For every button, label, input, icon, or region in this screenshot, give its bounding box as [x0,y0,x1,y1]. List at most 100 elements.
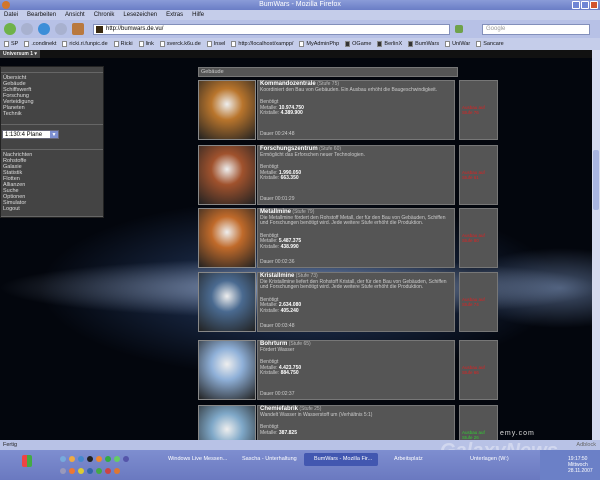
go-button[interactable] [455,25,463,33]
building-image[interactable] [198,80,256,140]
bookmark-item[interactable]: BerlinX [377,41,402,47]
bookmark-icon [231,41,237,47]
back-button[interactable] [4,23,16,35]
url-bar[interactable]: http://bumwars.de.vu/ [93,23,450,35]
building-image[interactable] [198,145,256,205]
menu-datei[interactable]: Datei [4,10,18,20]
bookmark-item[interactable]: link [138,41,154,47]
bookmark-icon [62,41,68,47]
building-image[interactable] [198,208,256,268]
site-text: emy.com [500,430,535,437]
bookmark-item[interactable]: OGame [345,41,371,47]
scrollbar[interactable] [592,50,600,440]
menu-chronik[interactable]: Chronik [94,10,115,20]
url-text: http://bumwars.de.vu/ [106,26,164,32]
bookmark-item[interactable]: SP [4,41,18,47]
close-button[interactable] [590,1,598,9]
bookmark-icon [476,41,482,47]
quick-launch-2 [60,468,120,474]
crystal-cost: 884.750 [280,370,299,376]
navigation-toolbar: http://bumwars.de.vu/ Google [0,20,600,38]
metal-cost: 387.825 [278,429,297,436]
clock-date: 28.11.2007 [568,468,593,474]
menu-bar: Datei Bearbeiten Ansicht Chronik Lesezei… [0,10,600,20]
menu-lesezeichen[interactable]: Lesezeichen [123,10,157,20]
bookmark-icon [377,41,383,47]
bookmark-label: http://localhost/xampp/ [238,41,294,47]
building-info: Metallmine (Stufe 79) Die Metallmine för… [257,208,455,268]
taskbar-firefox[interactable]: BumWars - Mozilla Fir... [304,453,378,466]
menu-hilfe[interactable]: Hilfe [192,10,204,20]
forward-button[interactable] [21,23,33,35]
status-text: Fertig [3,442,18,448]
building-info: Kommandozentrale (Stufe 75) Koordiniert … [257,80,455,140]
bookmark-label: SP [11,41,19,47]
building-row: Kristallmine (Stufe 73) Die Kristallmine… [198,272,498,334]
menu-bearbeiten[interactable]: Bearbeiten [27,10,56,20]
bookmark-item[interactable]: http://localhost/xampp/ [231,41,293,47]
crystal-cost: 4.389.900 [280,110,303,116]
building-info: Bohrturm (Stufe 65) Fördert Wasser Benöt… [257,340,455,400]
maximize-button[interactable] [581,1,589,9]
quick-launch [60,456,129,462]
bookmark-label: sverck.k6u.de [166,41,201,47]
bookmark-icon [345,41,351,47]
reload-button[interactable] [38,23,50,35]
menu-ansicht[interactable]: Ansicht [65,10,85,20]
bookmark-label: BerlinX [384,41,403,47]
minimize-button[interactable] [572,1,580,9]
bookmark-icon [24,41,30,47]
upgrade-link[interactable]: Ausbau auf Stufe 26 [459,405,498,440]
bookmark-item[interactable]: .condinekt [24,41,56,47]
bookmark-item[interactable]: ricki.ri.funpic.de [62,41,108,47]
firefox-icon [2,1,10,9]
building-description: Fördert Wasser [260,346,295,353]
sidebar-link[interactable]: Logout [3,206,101,212]
bookmark-item[interactable]: Sancare [476,41,504,47]
sidebar-link[interactable]: Technik [3,111,101,117]
bookmark-label: OGame [352,41,372,47]
bookmark-item[interactable]: MyAdminPhp [299,41,339,47]
bookmark-label: UniWar [452,41,471,47]
upgrade-link[interactable]: Ausbau auf Stufe 74 [459,272,498,332]
build-duration: Dauer 00:02:37 [260,390,295,397]
building-info: Chemiefabrik (Stufe 25) Wandelt Wasser i… [257,405,455,440]
stop-button[interactable] [55,23,67,35]
taskbar-messenger[interactable]: Windows Live Messen... [158,453,227,466]
building-description: Die Metallmine fördert den Rohstoff Meta… [260,214,446,226]
bookmark-item[interactable]: UniWar [445,41,470,47]
building-image[interactable] [198,405,256,440]
sidebar: Übersicht Gebäude Schiffswerft Forschung Ver… [0,66,104,218]
upgrade-link[interactable]: Ausbau auf Stufe 61 [459,145,498,205]
window-title: BumWars - Mozilla Firefox [259,1,341,8]
taskbar-arbeitsplatz[interactable]: Arbeitsplatz [384,453,423,466]
buildings-panel: Gebäude Kommandozentrale (Stufe 75) Koor… [198,67,498,440]
building-image[interactable] [198,340,256,400]
planet-select[interactable]: 1:130:4 Plane ▼ [2,130,59,139]
bookmark-icon [159,41,165,47]
page-content: Übersicht Gebäude Schiffswerft Forschung Ver… [0,58,592,440]
taskbar-unterlagen[interactable]: Unterlagen (W:) [460,453,509,466]
bookmark-item[interactable]: sverck.k6u.de [159,41,201,47]
bookmark-item[interactable]: Ricki [113,41,133,47]
crystal-label: Kristalle: [260,370,280,376]
building-row: Forschungszentrum (Stufe 60) Ermöglicht … [198,145,498,207]
home-button[interactable] [72,23,84,35]
menu-extras[interactable]: Extras [166,10,183,20]
universe-tab[interactable]: Universum 1 ▾ [0,50,40,58]
bookmarks-toolbar: SP .condinekt ricki.ri.funpic.de Ricki link s… [0,38,600,50]
build-duration: Dauer 00:03:48 [260,322,295,329]
bookmark-icon [299,41,305,47]
bookmark-item[interactable]: Insel [206,41,225,47]
upgrade-link[interactable]: Ausbau auf Stufe 80 [459,208,498,268]
favicon-icon [96,25,103,33]
bookmark-label: BumWars [415,41,440,47]
search-input[interactable]: Google [482,23,590,35]
taskbar-chat[interactable]: Sascha - Unterhaltung [232,453,297,466]
bookmark-item[interactable]: BumWars [408,41,439,47]
upgrade-link[interactable]: Ausbau auf Stufe 66 [459,340,498,400]
building-image[interactable] [198,272,256,332]
chevron-down-icon: ▼ [50,131,58,138]
upgrade-link[interactable]: Ausbau auf Stufe 76 [459,80,498,140]
start-button[interactable] [22,455,32,467]
